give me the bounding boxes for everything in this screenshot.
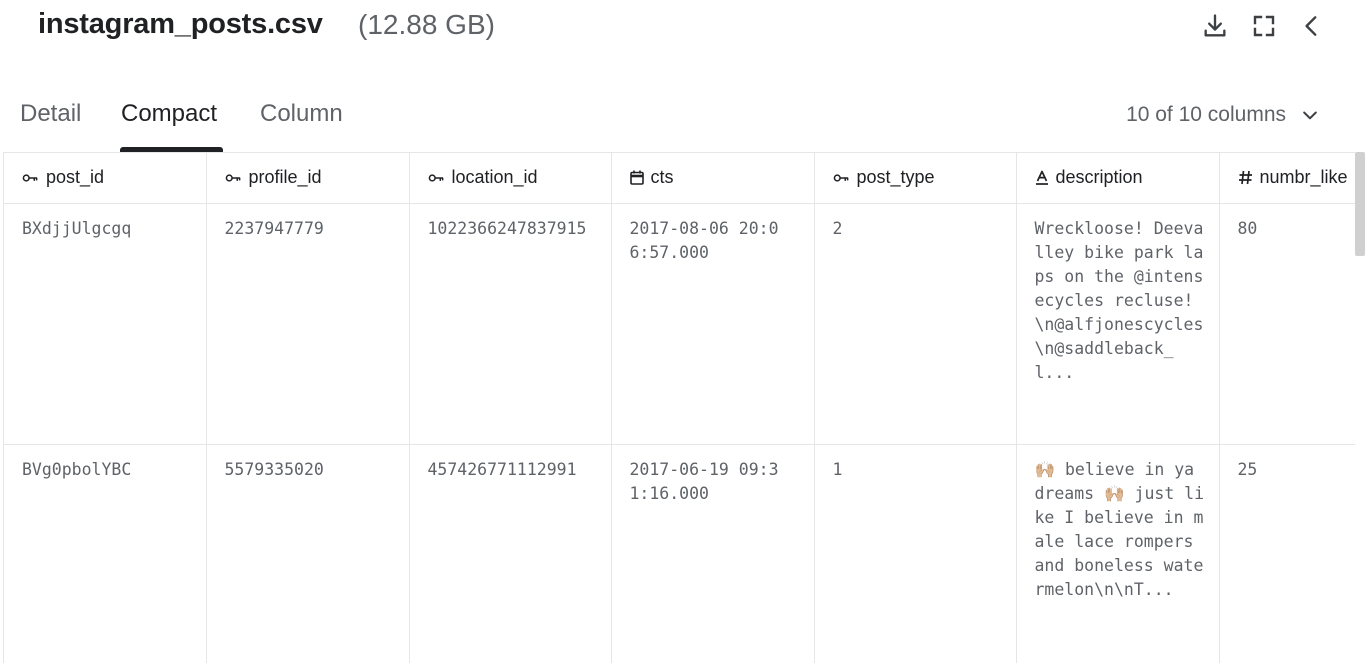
data-table: post_id profile_id location_id cts post_… [3,152,1355,663]
column-header-label: profile_id [248,167,322,188]
column-header-label: location_id [451,167,538,188]
cell-numbr-like: 80 [1219,203,1355,445]
column-header-numbr-like[interactable]: numbr_like [1219,153,1355,204]
chevron-left-icon[interactable] [1297,11,1327,41]
column-header-label: cts [650,167,674,188]
column-header-label: post_id [46,167,105,188]
file-size: (12.88 GB) [358,9,495,40]
fullscreen-icon[interactable] [1249,11,1279,41]
cell-description: Wreckloose! Deevalley bike park laps on … [1016,203,1220,445]
column-header-label: numbr_like [1259,167,1348,188]
cell-cts: 2017-06-19 09:31:16.000 [611,444,815,663]
hash-icon [1238,170,1253,185]
chevron-down-icon [1300,105,1320,125]
table-row: BXdjjUlgcgq 2237947779 1022366247837915 … [4,203,1355,445]
cell-cts: 2017-08-06 20:06:57.000 [611,203,815,445]
cell-profile-id: 5579335020 [206,444,410,663]
cell-location-id: 1022366247837915 [409,203,612,445]
column-header-label: post_type [856,167,935,188]
column-header-description[interactable]: description [1016,153,1220,204]
cell-post-type: 1 [814,444,1017,663]
column-header-location-id[interactable]: location_id [409,153,612,204]
file-title: instagram_posts.csv [38,8,323,40]
download-icon[interactable] [1200,11,1230,41]
column-header-post-type[interactable]: post_type [814,153,1017,204]
key-icon [833,172,850,184]
column-header-label: description [1055,167,1143,188]
column-header-post-id[interactable]: post_id [4,153,207,204]
column-header-cts[interactable]: cts [611,153,815,204]
cell-post-type: 2 [814,203,1017,445]
cell-location-id: 457426771112991 [409,444,612,663]
cell-numbr-like: 25 [1219,444,1355,663]
tab-compact[interactable]: Compact [121,100,217,128]
text-type-icon [1035,170,1049,186]
table-header-row: post_id profile_id location_id cts post_… [4,153,1355,204]
tab-column[interactable]: Column [260,100,343,128]
cell-description: 🙌🏼 believe in ya dreams 🙌🏼 just like I b… [1016,444,1220,663]
column-selector-label: 10 of 10 columns [1126,103,1286,126]
key-icon [22,172,39,184]
key-icon [225,172,242,184]
view-tabs: Detail Compact Column 10 of 10 columns [0,90,1365,152]
tab-detail[interactable]: Detail [20,100,81,128]
column-selector[interactable]: 10 of 10 columns [1126,103,1320,127]
cell-profile-id: 2237947779 [206,203,410,445]
key-icon [428,172,445,184]
column-header-profile-id[interactable]: profile_id [206,153,410,204]
dataset-header: instagram_posts.csv (12.88 GB) [0,0,1365,58]
cell-post-id: BXdjjUlgcgq [4,203,207,445]
cell-post-id: BVg0pbolYBC [4,444,207,663]
table-row: BVg0pbolYBC 5579335020 457426771112991 2… [4,444,1355,663]
calendar-icon [629,170,644,186]
scrollbar-thumb[interactable] [1355,152,1365,256]
